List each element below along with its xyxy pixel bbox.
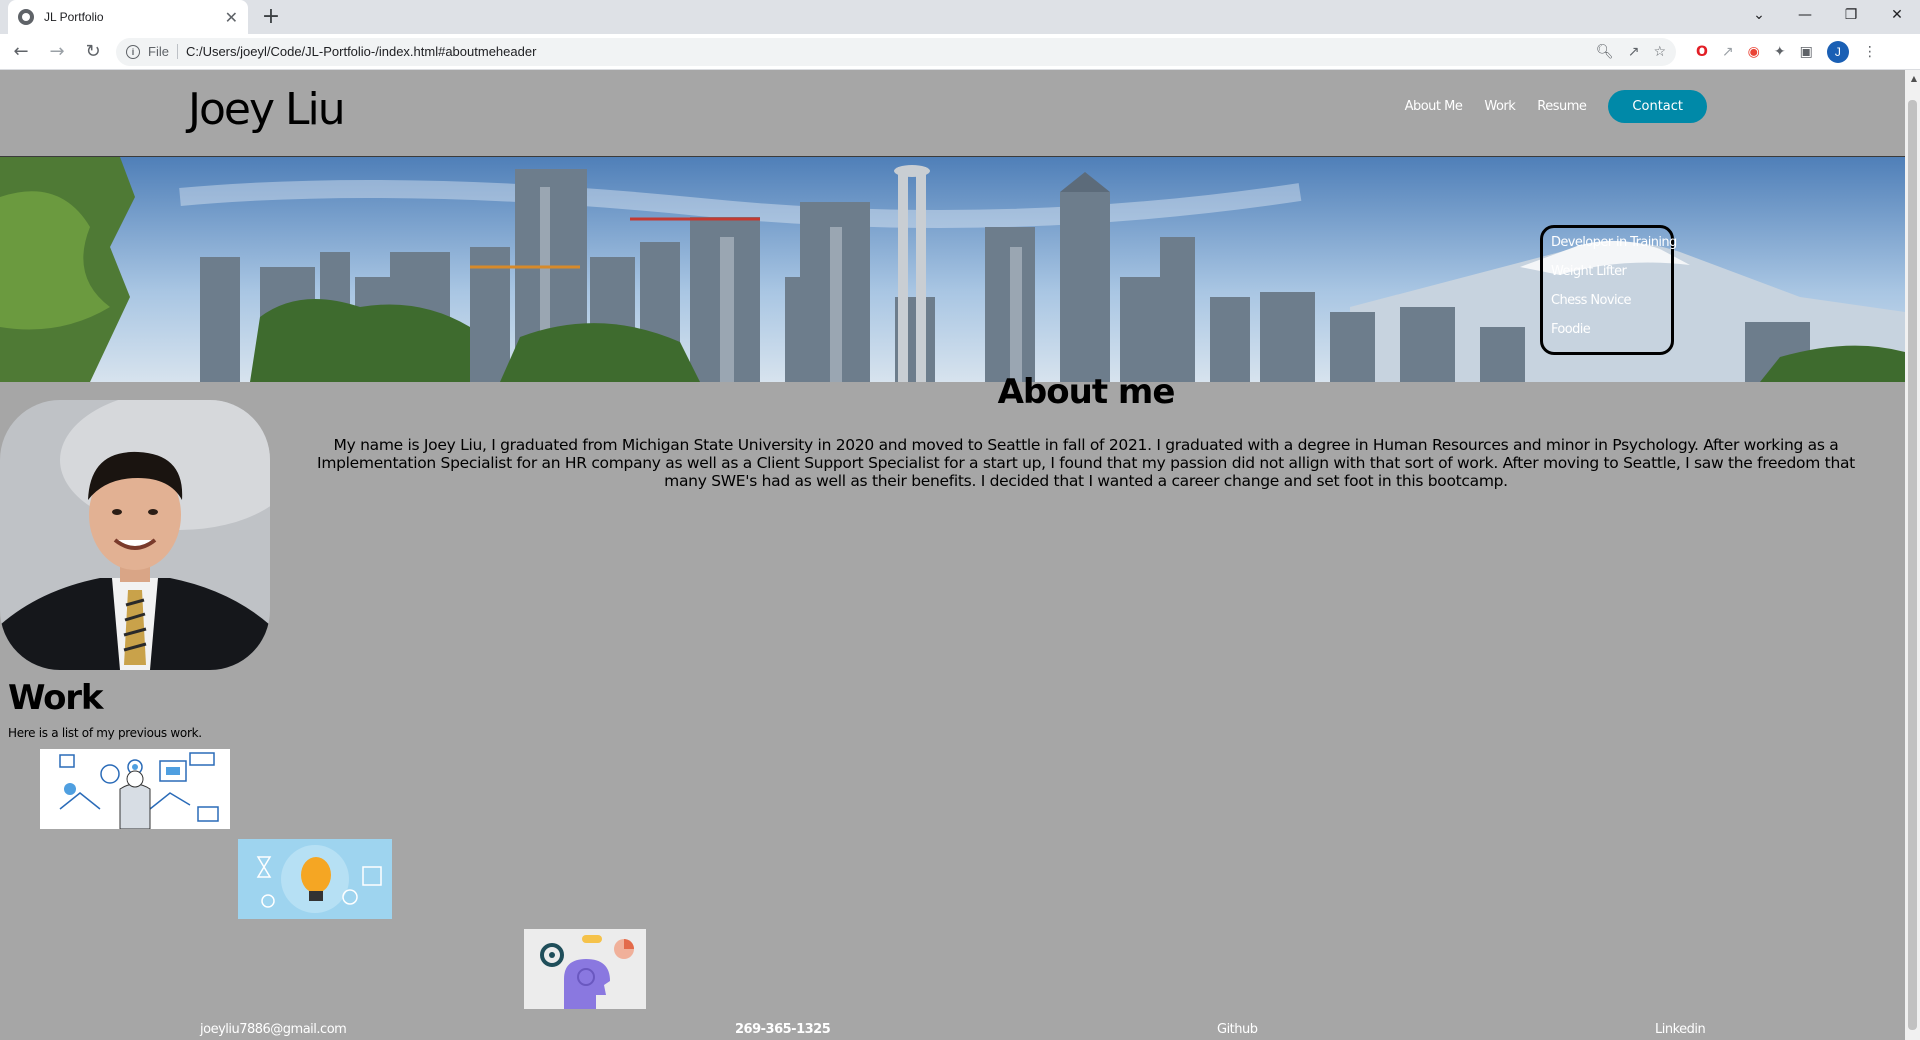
extension-red-icon[interactable]: ◉: [1748, 44, 1760, 60]
about-me-heading: About me: [997, 372, 1176, 412]
forward-button[interactable]: →: [42, 37, 72, 67]
opera-extension-icon[interactable]: O: [1696, 44, 1708, 60]
reload-button[interactable]: ↻: [78, 37, 108, 67]
page-scrollbar[interactable]: ▲: [1905, 70, 1920, 1040]
nav-about-me[interactable]: About Me: [1405, 99, 1463, 114]
share-icon[interactable]: ↗: [1628, 44, 1640, 60]
footer-github-link[interactable]: Github: [1217, 1022, 1258, 1037]
close-tab-icon[interactable]: ✕: [225, 8, 238, 27]
work-project-thumbnail-hr[interactable]: [40, 749, 230, 829]
footer-linkedin-link[interactable]: Linkedin: [1655, 1022, 1706, 1037]
nav-resume[interactable]: Resume: [1537, 99, 1587, 114]
lightbulb-illustration-image: [238, 839, 392, 919]
tab-search-icon[interactable]: ⌄: [1736, 0, 1782, 30]
tagline-item: Foodie: [1551, 322, 1591, 337]
site-logo: Joey Liu: [188, 84, 346, 135]
extensions-puzzle-icon[interactable]: ✦: [1774, 44, 1786, 60]
profile-avatar[interactable]: J: [1826, 40, 1849, 63]
scrollbar-thumb[interactable]: [1908, 100, 1917, 1030]
mind-illustration-image: [524, 929, 646, 1009]
back-button[interactable]: ←: [6, 37, 36, 67]
tagline-box: Developer in Training Weight Lifter Ches…: [1540, 225, 1677, 355]
hero-banner: Developer in Training Weight Lifter Ches…: [0, 157, 1905, 382]
address-url[interactable]: C:/Users/joeyl/Code/JL-Portfolio-/index.…: [186, 44, 1596, 59]
work-heading: Work: [8, 678, 103, 718]
minimize-button[interactable]: —: [1782, 0, 1828, 30]
new-tab-button[interactable]: +: [258, 4, 284, 30]
site-nav: About Me Work Resume Contact: [1405, 90, 1707, 123]
work-project-thumbnail-mind[interactable]: [524, 929, 646, 1009]
side-panel-icon[interactable]: ▣: [1800, 44, 1813, 60]
about-me-text: My name is Joey Liu, I graduated from Mi…: [317, 436, 1855, 490]
browser-tab-active[interactable]: JL Portfolio ✕: [8, 0, 248, 34]
business-illustration-image: [40, 749, 230, 829]
omnibox-actions: 🔍︎ ↗ ☆: [1596, 44, 1666, 60]
nav-work[interactable]: Work: [1484, 99, 1515, 114]
browser-toolbar: ← → ↻ i File C:/Users/joeyl/Code/JL-Port…: [0, 34, 1920, 70]
page-viewport: Joey Liu About Me Work Resume Contact De…: [0, 70, 1905, 1040]
tagline-item: Weight Lifter: [1551, 264, 1627, 279]
footer-email-link[interactable]: joeyliu7886@gmail.com: [200, 1022, 347, 1037]
site-header: Joey Liu About Me Work Resume Contact: [0, 70, 1905, 157]
work-project-thumbnail-idea[interactable]: [238, 839, 392, 919]
site-footer: joeyliu7886@gmail.com 269-365-1325 Githu…: [0, 1022, 1905, 1040]
footer-phone[interactable]: 269-365-1325: [735, 1022, 831, 1037]
work-intro-text: Here is a list of my previous work.: [8, 726, 202, 740]
zoom-icon[interactable]: 🔍︎: [1596, 44, 1614, 60]
address-bar[interactable]: i File C:/Users/joeyl/Code/JL-Portfolio-…: [116, 37, 1676, 66]
extensions-area: O ↗ ◉ ✦ ▣ J ⋮: [1696, 40, 1877, 63]
tab-title: JL Portfolio: [44, 10, 104, 24]
profile-photo-image: [0, 400, 270, 670]
tagline-item: Developer in Training: [1551, 235, 1677, 250]
extension-icon[interactable]: ↗: [1722, 44, 1734, 60]
close-window-button[interactable]: ✕: [1874, 0, 1920, 30]
tagline-item: Chess Novice: [1551, 293, 1632, 308]
info-icon[interactable]: i: [126, 44, 140, 59]
scroll-up-arrow-icon[interactable]: ▲: [1911, 74, 1917, 83]
browser-tabstrip: JL Portfolio ✕ + ⌄ — ❐ ✕: [0, 0, 1920, 34]
address-scheme-label: File: [148, 44, 178, 59]
window-controls: ⌄ — ❐ ✕: [1736, 0, 1920, 30]
more-menu-icon[interactable]: ⋮: [1863, 44, 1877, 60]
bookmark-star-icon[interactable]: ☆: [1653, 44, 1666, 60]
profile-photo: [0, 400, 270, 670]
restore-button[interactable]: ❐: [1828, 0, 1874, 30]
contact-button[interactable]: Contact: [1608, 90, 1707, 123]
globe-icon: [18, 9, 34, 25]
